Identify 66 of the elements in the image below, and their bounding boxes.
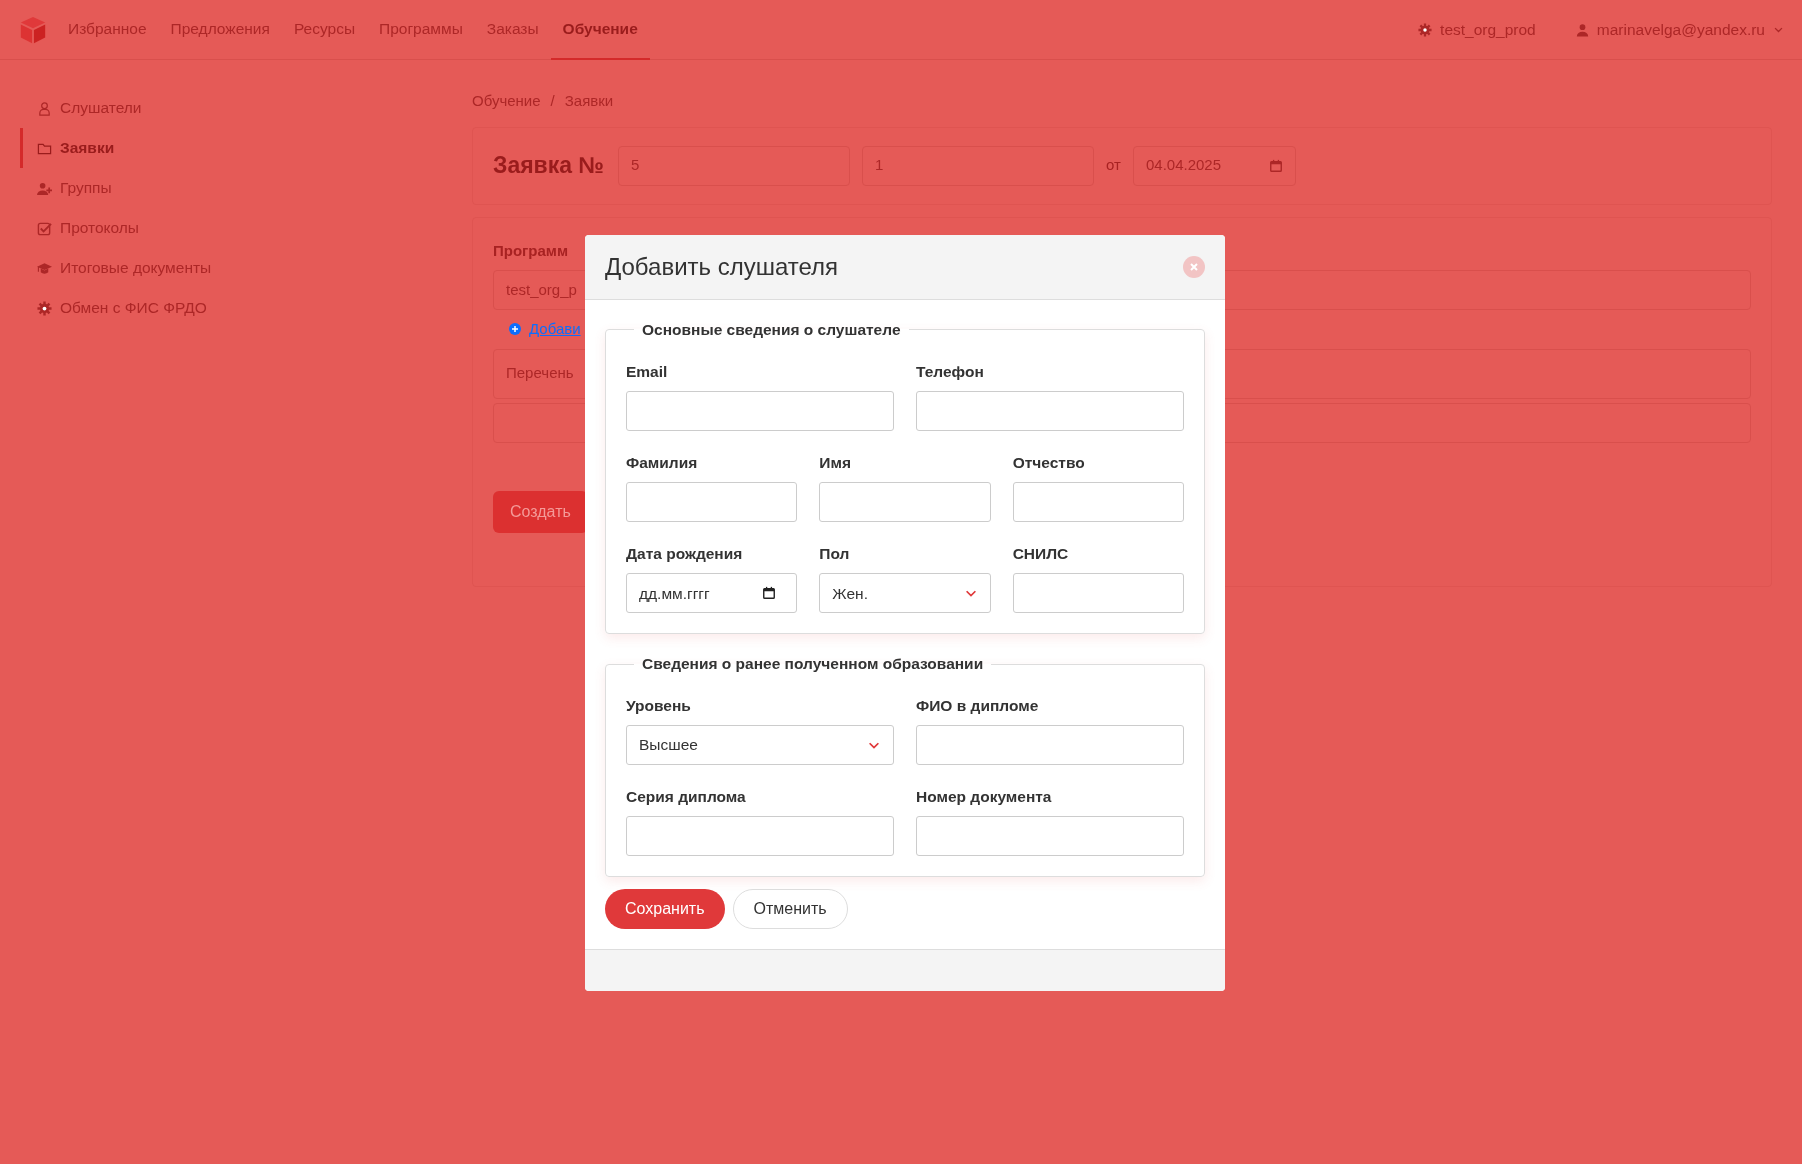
checkbox-icon [37, 220, 52, 236]
cube-logo-icon [18, 14, 48, 45]
close-button[interactable] [1183, 256, 1205, 278]
gear-icon [37, 300, 52, 316]
section-legend: Сведения о ранее полученном образовании [634, 656, 992, 672]
select-field[interactable]: Высшее [626, 725, 894, 765]
organization-name[interactable]: test_org_prod [1440, 17, 1536, 42]
select-field[interactable]: Жен. [819, 573, 991, 614]
field-label: Отчество [1012, 452, 1086, 473]
input-field[interactable] [916, 725, 1184, 765]
graduation-cap-icon [37, 260, 52, 276]
modal-title: Добавить слушателя [605, 252, 839, 282]
field-label: Программ [493, 240, 570, 261]
number-field[interactable]: 5 [618, 145, 851, 186]
section-legend: Основные сведения о слушателе [634, 322, 909, 338]
input-field[interactable] [819, 482, 991, 522]
breadcrumb-link[interactable]: Заявки [564, 90, 614, 113]
field-label: Серия диплома [626, 787, 747, 807]
nav-link[interactable]: Заказы [474, 0, 551, 60]
field-label: Имя [819, 452, 852, 473]
input-field[interactable] [916, 816, 1184, 857]
nav-link[interactable]: Избранное [56, 0, 159, 60]
field-label: Дата рождения [626, 544, 744, 564]
person-icon [37, 100, 52, 116]
number-field[interactable]: 1 [862, 145, 1095, 186]
user-icon [1575, 22, 1589, 37]
save-button[interactable]: Сохранить [605, 889, 725, 930]
sidebar-item[interactable]: Заявки [20, 128, 420, 168]
user-email[interactable]: marinavelga@yandex.ru [1596, 17, 1765, 42]
gear-icon [1418, 22, 1433, 37]
nav-link[interactable]: Обучение [550, 0, 650, 60]
input-field[interactable] [626, 482, 798, 522]
breadcrumb-separator: / [550, 91, 555, 111]
breadcrumb-link[interactable]: Обучение [472, 90, 541, 113]
date-field[interactable]: дд.мм.гггг [626, 573, 798, 614]
nav-link[interactable]: Ресурсы [281, 0, 368, 60]
close-icon [1189, 262, 1199, 272]
calendar-icon [762, 586, 777, 601]
sidebar-item[interactable]: Слушатели [20, 88, 420, 128]
field-label: ФИО в дипломе [916, 695, 1040, 716]
user-plus-icon [37, 180, 52, 196]
field-label: Email [626, 361, 669, 382]
sidebar-item[interactable]: Итоговые документы [20, 248, 420, 288]
date-prefix: от [1106, 155, 1121, 176]
nav-link[interactable]: Программы [367, 0, 475, 60]
request-title: Заявка № [493, 151, 605, 181]
field-label: Номер документа [916, 787, 1053, 807]
calendar-icon [1269, 158, 1284, 173]
plus-circle-icon [509, 323, 521, 336]
input-field[interactable] [626, 816, 894, 857]
field-label: Уровень [626, 695, 692, 716]
date-field[interactable]: 04.04.2025 [1133, 145, 1297, 186]
input-field[interactable] [1012, 482, 1184, 522]
input-field[interactable] [1012, 573, 1184, 614]
nav-link[interactable]: Предложения [158, 0, 282, 60]
field-label: Фамилия [626, 452, 699, 473]
sidebar-item[interactable]: Протоколы [20, 208, 420, 248]
create-button[interactable]: Создать [493, 490, 588, 533]
sidebar-item[interactable]: Группы [20, 168, 420, 208]
cancel-button[interactable]: Отменить [732, 889, 848, 930]
field-label: СНИЛС [1012, 544, 1070, 564]
field-label: Телефон [916, 361, 985, 382]
field-label: Пол [819, 544, 851, 564]
input-field[interactable] [626, 390, 894, 431]
input-field[interactable] [916, 390, 1184, 431]
sidebar-item[interactable]: Обмен с ФИС ФРДО [20, 288, 420, 328]
